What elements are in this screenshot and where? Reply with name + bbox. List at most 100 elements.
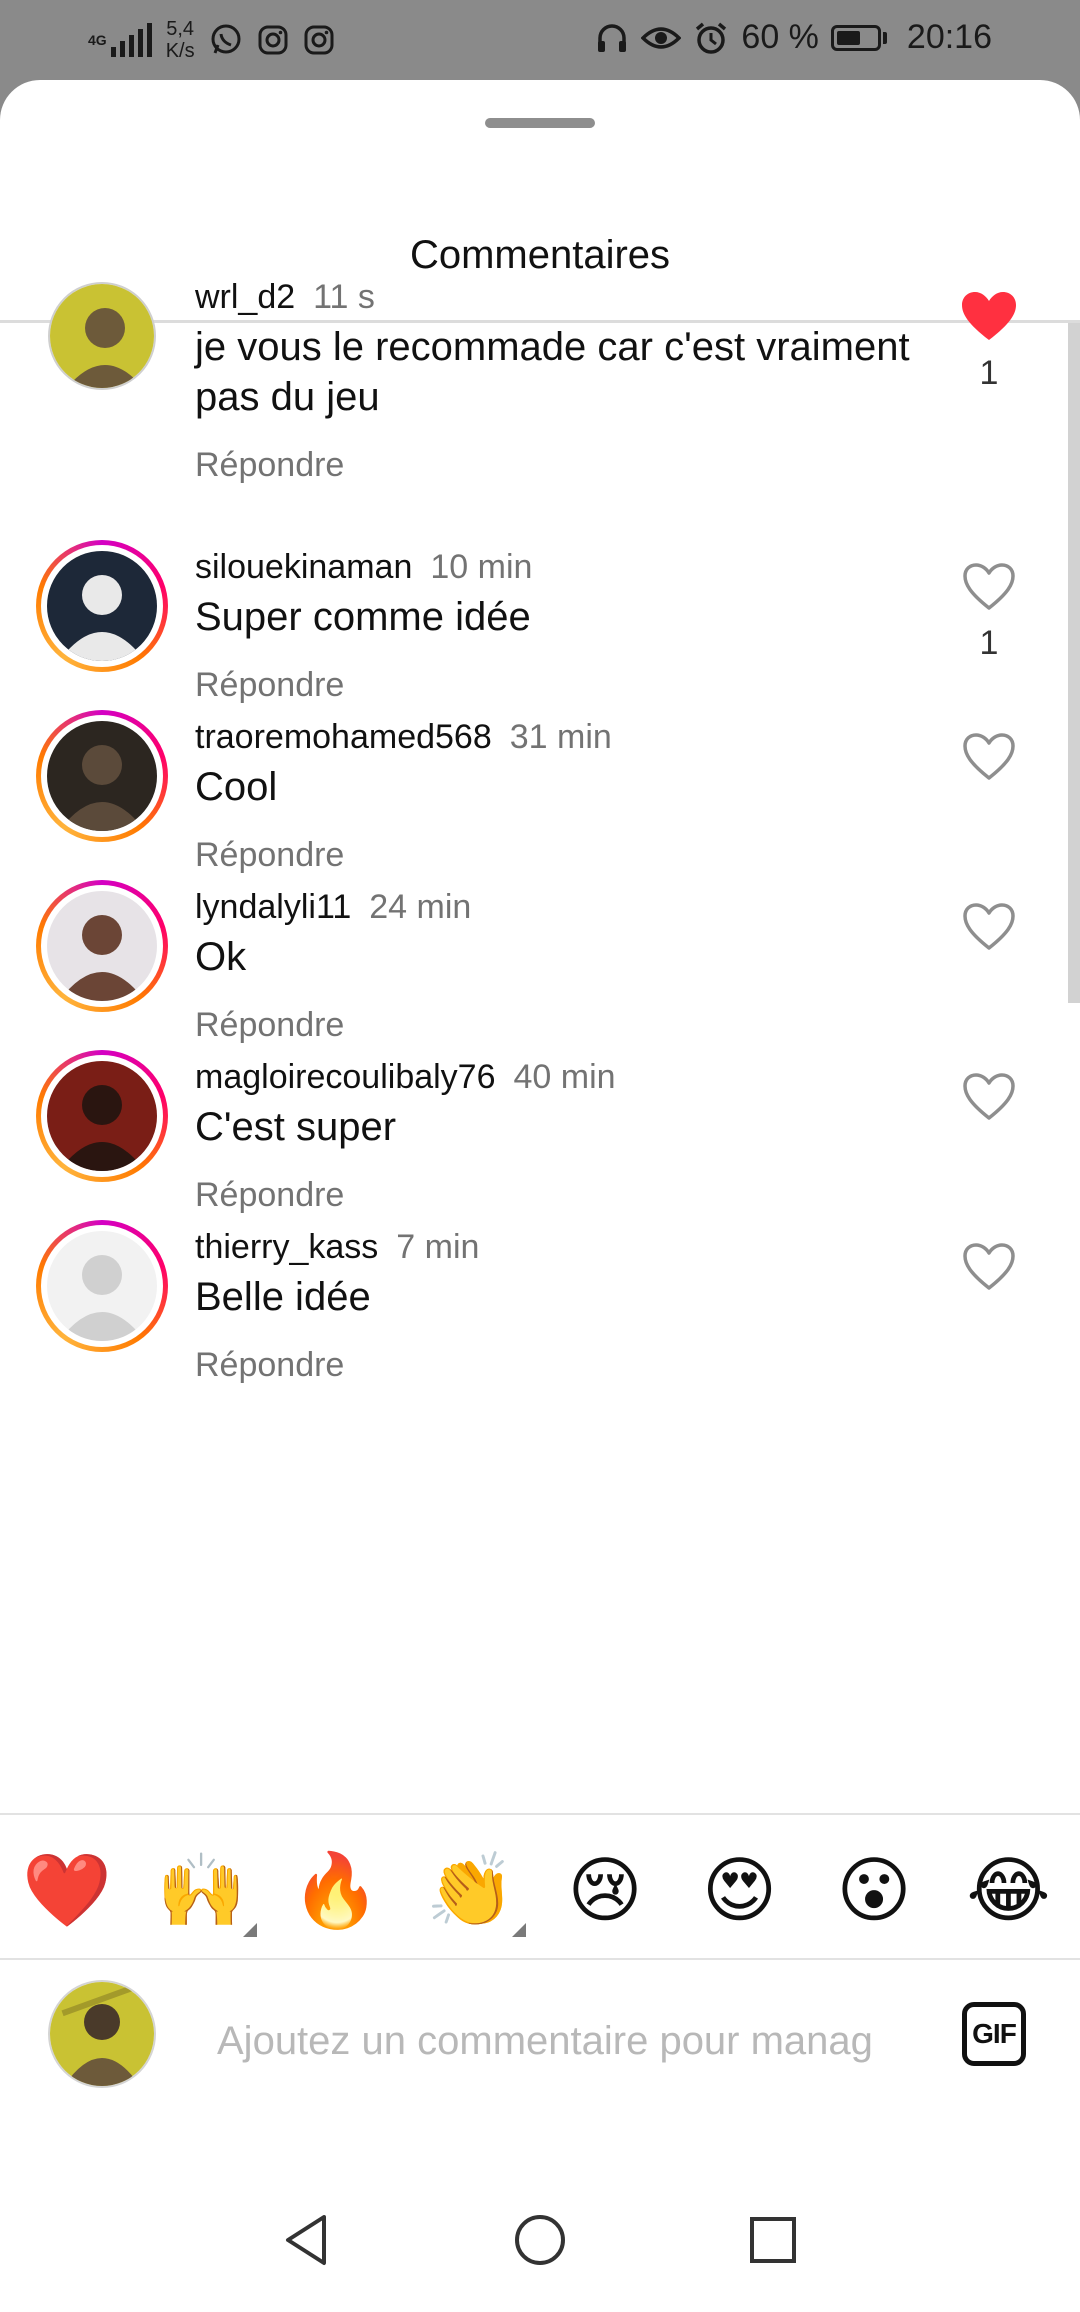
- comments-sheet: Commentaires wrl_d2 11 s je vous le recomm…: [0, 80, 1080, 2312]
- crying-face-emoji[interactable]: 😢: [550, 1835, 660, 1945]
- variant-indicator-icon: [511, 1923, 526, 1937]
- recents-button[interactable]: [738, 2205, 808, 2275]
- comment-meta: thierry_kass 7 min: [195, 1228, 479, 1267]
- cellular-signal: 4G: [88, 23, 152, 57]
- timestamp: 31 min: [509, 718, 612, 756]
- signal-bars-icon: [110, 23, 152, 57]
- clapping-hands-emoji[interactable]: 👏: [416, 1835, 526, 1945]
- variant-indicator-icon: [242, 1923, 257, 1937]
- heart-filled-icon[interactable]: [960, 290, 1018, 342]
- avatar[interactable]: [36, 540, 168, 672]
- tears-of-joy-emoji[interactable]: 😂: [954, 1835, 1064, 1945]
- instagram-icon: [257, 24, 289, 56]
- avatar[interactable]: [36, 1050, 168, 1182]
- network-type: 4G: [88, 31, 107, 48]
- system-nav-bar: [0, 2175, 1080, 2312]
- eye-icon: [641, 21, 682, 55]
- heart-outline-icon[interactable]: [960, 1240, 1018, 1292]
- reply-button[interactable]: Répondre: [195, 836, 344, 875]
- avatar[interactable]: [48, 282, 156, 390]
- username[interactable]: lyndalyli11: [195, 888, 351, 926]
- timestamp: 24 min: [369, 888, 472, 926]
- scrollbar[interactable]: [1068, 323, 1080, 1003]
- status-bar-right: 60 % 20:16: [595, 18, 992, 57]
- instagram-icon: [303, 24, 335, 56]
- gif-label: GIF: [972, 2018, 1017, 2049]
- comment-meta: lyndalyli11 24 min: [195, 888, 471, 927]
- comment-meta: silouekinaman 10 min: [195, 548, 532, 587]
- heart-eyes-emoji[interactable]: 😍: [685, 1835, 795, 1945]
- emoji-bar-divider: [0, 1813, 1080, 1815]
- fire-emoji[interactable]: 🔥: [281, 1835, 391, 1945]
- avatar[interactable]: [36, 710, 168, 842]
- emoji-glyph: ❤️: [22, 1848, 112, 1932]
- status-bar-left: 4G 5,4 K/s: [88, 18, 335, 62]
- reply-button[interactable]: Répondre: [195, 1006, 344, 1045]
- heart-outline-icon[interactable]: [960, 730, 1018, 782]
- reply-button[interactable]: Répondre: [195, 1176, 344, 1215]
- heart-outline-icon[interactable]: [960, 560, 1018, 612]
- comment-meta: magloirecoulibaly76 40 min: [195, 1058, 616, 1097]
- username[interactable]: magloirecoulibaly76: [195, 1058, 496, 1096]
- username[interactable]: thierry_kass: [195, 1228, 378, 1266]
- gif-button[interactable]: GIF: [962, 2002, 1026, 2066]
- avatar[interactable]: [36, 1220, 168, 1352]
- comment-text: Cool: [195, 765, 278, 809]
- network-speed: 5,4 K/s: [166, 18, 195, 62]
- timestamp: 10 min: [430, 548, 533, 586]
- surprised-face-emoji[interactable]: 😮: [819, 1835, 929, 1945]
- timestamp: 11 s: [313, 278, 375, 316]
- drag-handle[interactable]: [485, 118, 595, 128]
- username[interactable]: silouekinaman: [195, 548, 412, 586]
- whatsapp-icon: [209, 23, 243, 57]
- emoji-glyph: 👏: [425, 1848, 516, 1932]
- reply-button[interactable]: Répondre: [195, 666, 344, 705]
- heart-outline-icon[interactable]: [960, 900, 1018, 952]
- emoji-glyph: 🔥: [291, 1848, 381, 1932]
- recents-square-icon: [750, 2217, 796, 2263]
- heart-outline-icon[interactable]: [960, 1070, 1018, 1122]
- back-triangle-icon: [286, 2215, 326, 2265]
- emoji-glyph: 😢: [567, 1848, 643, 1932]
- comment-text: Ok: [195, 935, 247, 979]
- compose-divider: [0, 1958, 1080, 1960]
- comment-text: Super comme idée: [195, 595, 531, 639]
- red-heart-emoji[interactable]: ❤️: [12, 1835, 122, 1945]
- comment-meta: traoremohamed568 31 min: [195, 718, 612, 757]
- emoji-glyph: 🙌: [156, 1848, 247, 1932]
- timestamp: 7 min: [396, 1228, 480, 1266]
- status-bar: 4G 5,4 K/s 60 % 20:16: [0, 0, 1080, 80]
- raising-hands-emoji[interactable]: 🙌: [147, 1835, 257, 1945]
- alarm-icon: [693, 20, 729, 56]
- headphones-icon: [595, 21, 629, 55]
- back-button[interactable]: [272, 2205, 342, 2275]
- reply-button[interactable]: Répondre: [195, 1346, 344, 1385]
- emoji-glyph: 😂: [966, 1848, 1051, 1932]
- comment-item: wrl_d2 11 s je vous le recommade car c'est…: [0, 278, 1060, 522]
- comment-meta: wrl_d2 11 s: [195, 278, 375, 317]
- battery-percent: 60 %: [741, 18, 819, 56]
- emoji-glyph: 😮: [836, 1848, 912, 1932]
- emoji-quick-bar: ❤️ 🙌 🔥 👏 😢 😍 😮 😂: [0, 1835, 1080, 1955]
- like-count: 1: [979, 354, 999, 392]
- comment-text: je vous le recommade car c'est vraiment …: [195, 325, 910, 419]
- network-speed-value: 5,4: [166, 18, 195, 40]
- emoji-glyph: 😍: [701, 1848, 778, 1932]
- own-avatar: [48, 1980, 156, 2088]
- comment-text: Belle idée: [195, 1275, 371, 1319]
- sheet-title: Commentaires: [409, 233, 671, 277]
- username[interactable]: wrl_d2: [195, 278, 295, 316]
- like-count: 1: [979, 624, 999, 662]
- comment-input[interactable]: [215, 2005, 919, 2077]
- network-speed-unit: K/s: [165, 40, 195, 62]
- username[interactable]: traoremohamed568: [195, 718, 492, 756]
- reply-button[interactable]: Répondre: [195, 446, 344, 485]
- avatar[interactable]: [36, 880, 168, 1012]
- timestamp: 40 min: [513, 1058, 616, 1096]
- comment-text: C'est super: [195, 1105, 397, 1149]
- clock: 20:16: [906, 18, 992, 56]
- home-button[interactable]: [505, 2205, 575, 2275]
- battery-icon: [830, 24, 887, 51]
- comment-item: thierry_kass 7 min Belle idée Répondre: [0, 1220, 1060, 1472]
- home-circle-icon: [515, 2215, 565, 2265]
